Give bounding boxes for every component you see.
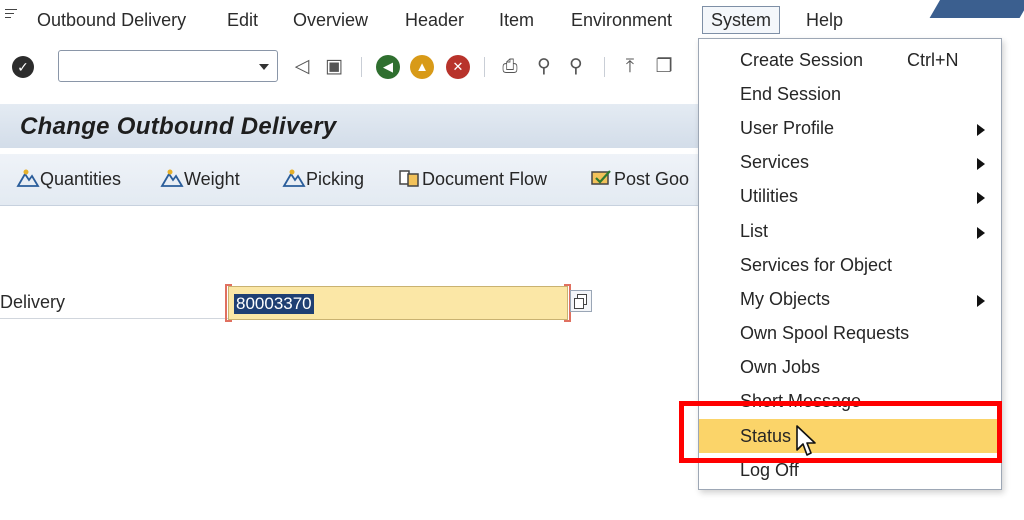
menu-header[interactable]: Header: [405, 10, 464, 31]
delivery-input[interactable]: 80003370: [225, 284, 571, 322]
quantities-button[interactable]: Quantities: [16, 168, 121, 190]
system-menu-own-spool-requests[interactable]: Own Spool Requests: [699, 316, 1001, 350]
system-menu-user-profile[interactable]: User Profile: [699, 111, 1001, 145]
save-icon[interactable]: ▣: [322, 55, 346, 79]
cancel-icon[interactable]: ✕: [446, 55, 470, 79]
standard-toolbar: ✓ ◁ ▣ ◀ ▲ ✕ ⎙ ⚲ ⚲ ⤒ ❐: [0, 42, 700, 90]
window-corner-decoration: [929, 0, 1024, 18]
page-title: Change Outbound Delivery: [20, 113, 337, 140]
menu-item-label: Services: [740, 152, 810, 172]
post-goods-issue-button[interactable]: Post Goo: [590, 168, 689, 190]
system-menu-services[interactable]: Services: [699, 145, 1001, 179]
menu-item-label: Utilities: [740, 186, 799, 206]
picking-label: Picking: [306, 169, 365, 189]
mountain-icon: [282, 169, 306, 187]
submenu-arrow-icon: [977, 227, 985, 239]
find-next-icon[interactable]: ⚲: [564, 55, 588, 79]
submenu-arrow-icon: [977, 192, 985, 204]
submenu-arrow-icon: [977, 295, 985, 307]
document-flow-button[interactable]: Document Flow: [398, 168, 547, 190]
annotation-highlight-box: [679, 401, 1002, 463]
chevron-down-icon[interactable]: [259, 64, 269, 70]
weight-label: Weight: [184, 169, 240, 189]
system-menu-utilities[interactable]: Utilities: [699, 179, 1001, 213]
menu-item-label: Own Jobs: [740, 357, 821, 377]
menu-item-label: Log Off: [740, 460, 799, 480]
weight-button[interactable]: Weight: [160, 168, 240, 190]
new-session-icon[interactable]: ❐: [652, 55, 676, 79]
delivery-label: Delivery: [0, 292, 66, 312]
label-underline: [0, 318, 228, 319]
print-icon[interactable]: ⎙: [498, 55, 522, 79]
title-bar: Change Outbound Delivery: [0, 104, 700, 148]
menu-edit[interactable]: Edit: [227, 10, 258, 31]
first-page-icon[interactable]: ⤒: [618, 55, 642, 79]
required-marker-left: [225, 284, 232, 322]
exit-icon[interactable]: ◀: [376, 55, 400, 79]
menu-item-label: User Profile: [740, 118, 835, 138]
menu-environment[interactable]: Environment: [571, 10, 672, 31]
home-icon[interactable]: ▲: [410, 55, 434, 79]
enter-icon[interactable]: ✓: [12, 56, 34, 78]
mountain-icon: [16, 169, 40, 187]
submenu-arrow-icon: [977, 124, 985, 136]
find-icon[interactable]: ⚲: [532, 55, 556, 79]
post-goods-icon: [591, 170, 611, 185]
menu-item-label: My Objects: [740, 289, 831, 309]
back-icon[interactable]: ◁: [290, 55, 314, 79]
menu-system[interactable]: System: [702, 6, 781, 34]
system-menu-create-session[interactable]: Create Session Ctrl+N: [699, 43, 1001, 77]
mouse-cursor-icon: [796, 425, 816, 456]
toolbar-separator: [484, 57, 485, 77]
toolbar-separator: [361, 57, 362, 77]
command-field[interactable]: [58, 50, 278, 82]
system-menu-own-jobs[interactable]: Own Jobs: [699, 350, 1001, 384]
menu-item-label: End Session: [740, 84, 842, 104]
picking-button[interactable]: Picking: [282, 168, 364, 190]
toolbar-separator: [604, 57, 605, 77]
menu-outbound-delivery[interactable]: Outbound Delivery: [37, 10, 186, 31]
document-flow-icon: [399, 170, 419, 187]
system-menu-list[interactable]: List: [699, 214, 1001, 248]
menu-item-label: List: [740, 221, 769, 241]
post-goods-issue-label: Post Goo: [614, 169, 690, 189]
document-flow-label: Document Flow: [422, 169, 548, 189]
menu-overview[interactable]: Overview: [293, 10, 368, 31]
system-menu-end-session[interactable]: End Session: [699, 77, 1001, 111]
system-menu-services-for-object[interactable]: Services for Object: [699, 248, 1001, 282]
menu-item-label: Services for Object: [740, 255, 893, 275]
submenu-arrow-icon: [977, 158, 985, 170]
application-toolbar: Quantities Weight Picking Document Flow …: [0, 154, 700, 206]
menu-item[interactable]: Item: [499, 10, 534, 31]
menu-grip-icon[interactable]: [5, 9, 17, 21]
delivery-input-value: 80003370: [234, 294, 314, 314]
system-menu-my-objects[interactable]: My Objects: [699, 282, 1001, 316]
quantities-label: Quantities: [40, 169, 122, 189]
menu-item-shortcut: Ctrl+N: [907, 50, 959, 70]
menu-help[interactable]: Help: [806, 10, 843, 31]
value-help-icon[interactable]: [570, 290, 592, 312]
mountain-icon: [160, 169, 184, 187]
menu-item-label: Own Spool Requests: [740, 323, 910, 343]
menu-bar: Outbound Delivery Edit Overview Header I…: [0, 0, 1024, 40]
menu-item-label: Create Session: [740, 50, 864, 70]
